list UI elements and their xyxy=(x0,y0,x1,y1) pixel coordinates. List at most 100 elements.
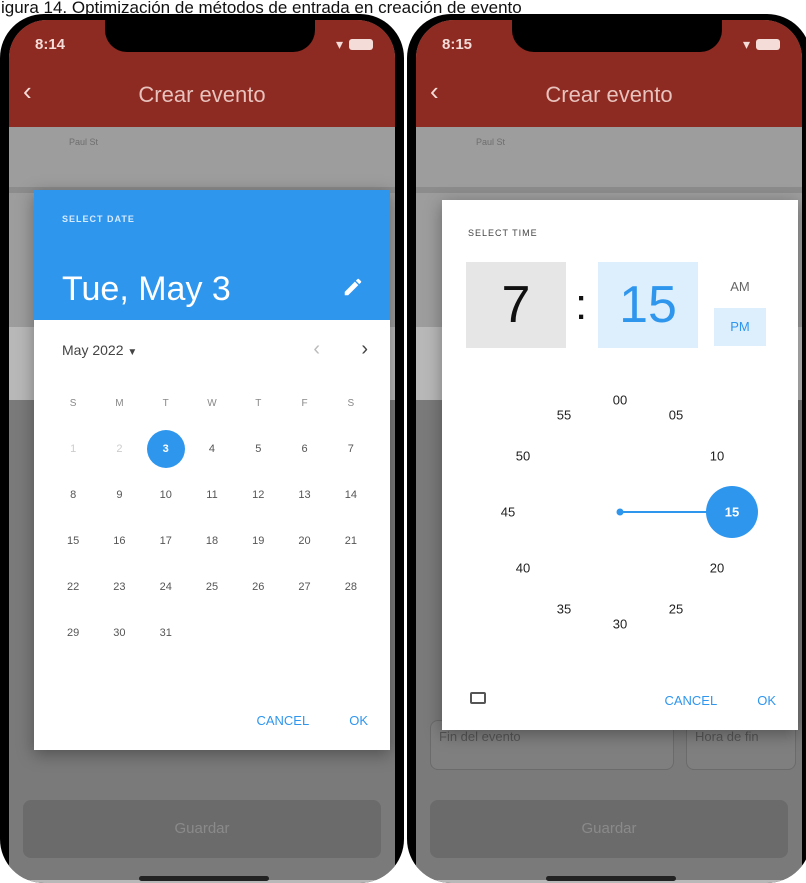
calendar-day[interactable]: 22 xyxy=(50,581,96,593)
pm-toggle[interactable]: PM xyxy=(714,308,766,346)
keyboard-icon[interactable] xyxy=(470,692,486,704)
calendar-grid: SMTWTFS 1 2 3 4 5 6 7 8 9 10 11 12 13 14 15 16 17 18 19 20 2… xyxy=(50,380,374,656)
calendar-weeks: 1 2 3 4 5 6 7 8 9 10 11 12 13 14 15 16 17 18 19 20 21 22 23 24 2… xyxy=(50,426,374,656)
weekday-label: M xyxy=(115,397,124,409)
home-indicator xyxy=(139,876,269,881)
screen: 8:15 ▾ ‹ Crear evento Paul St Fin del ev… xyxy=(416,20,802,883)
page-title: Crear evento xyxy=(138,82,266,107)
minute-display[interactable]: 15 xyxy=(598,262,698,348)
calendar-day[interactable]: 14 xyxy=(328,489,374,501)
selected-date: Tue, May 3 xyxy=(62,270,231,308)
cancel-button[interactable]: CANCEL xyxy=(664,693,717,708)
calendar-week-row: 1234567 xyxy=(50,426,374,472)
calendar-day[interactable]: 16 xyxy=(96,535,142,547)
weekday-label: S xyxy=(347,397,355,409)
clock-minute-05[interactable]: 05 xyxy=(669,408,683,423)
time-picker-dialog: SELECT TIME 7 : 15 AM PM 00 05 10 15 20 25 30 3… xyxy=(442,200,798,730)
street-label: Paul St xyxy=(69,137,99,147)
dialog-actions: CANCEL OK xyxy=(256,713,368,728)
calendar-day[interactable]: 9 xyxy=(96,489,142,501)
clock-minute-45[interactable]: 45 xyxy=(501,505,515,520)
calendar-day[interactable]: 28 xyxy=(328,581,374,593)
weekday-label: S xyxy=(69,397,77,409)
calendar-day[interactable]: 25 xyxy=(189,581,235,593)
app-bar: 8:15 ▾ ‹ Crear evento xyxy=(416,20,802,127)
screen: 8:14 ▾ ‹ Crear evento Paul St Guardar SE… xyxy=(9,20,395,883)
calendar-day[interactable]: 10 xyxy=(143,489,189,501)
phone-date-picker: 8:14 ▾ ‹ Crear evento Paul St Guardar SE… xyxy=(0,14,404,883)
calendar-day[interactable]: 11 xyxy=(189,489,235,501)
save-button[interactable]: Guardar xyxy=(430,800,788,858)
hour-display[interactable]: 7 xyxy=(466,262,566,348)
weekday-header-row: SMTWTFS xyxy=(50,380,374,426)
calendar-day-selected[interactable]: 3 xyxy=(143,430,189,468)
status-icons: ▾ xyxy=(336,36,373,53)
calendar-day[interactable]: 6 xyxy=(281,443,327,455)
calendar-day[interactable]: 24 xyxy=(143,581,189,593)
calendar-day[interactable]: 5 xyxy=(235,443,281,455)
notch xyxy=(105,20,315,52)
status-icons: ▾ xyxy=(743,36,780,53)
edit-pencil-icon[interactable] xyxy=(342,276,364,298)
calendar-day[interactable]: 29 xyxy=(50,627,96,639)
calendar-day[interactable]: 30 xyxy=(96,627,142,639)
clock-minute-35[interactable]: 35 xyxy=(557,601,571,616)
calendar-day[interactable]: 31 xyxy=(143,627,189,639)
clock-minute-20[interactable]: 20 xyxy=(710,561,724,576)
date-picker-dialog: SELECT DATE Tue, May 3 May 2022 ▼ ‹ › S M… xyxy=(34,190,390,750)
notch xyxy=(512,20,722,52)
ok-button[interactable]: OK xyxy=(757,693,776,708)
save-button[interactable]: Guardar xyxy=(23,800,381,858)
calendar-day[interactable]: 4 xyxy=(189,443,235,455)
battery-icon xyxy=(756,39,780,50)
weekday-label: T xyxy=(162,397,169,409)
phone-time-picker: 8:15 ▾ ‹ Crear evento Paul St Fin del ev… xyxy=(407,14,806,883)
am-toggle[interactable]: AM xyxy=(714,270,766,304)
calendar-week-row: 15 16 17 18 19 20 21 xyxy=(50,518,374,564)
next-month-icon[interactable]: › xyxy=(361,338,368,361)
date-header: SELECT DATE Tue, May 3 xyxy=(34,190,390,320)
calendar-day[interactable]: 18 xyxy=(189,535,235,547)
clock-minute-40[interactable]: 40 xyxy=(516,561,530,576)
clock-minute-25[interactable]: 25 xyxy=(669,601,683,616)
clock-dial[interactable]: 00 05 10 15 20 25 30 35 40 45 50 55 xyxy=(470,382,770,642)
status-time: 8:15 xyxy=(442,36,473,53)
road xyxy=(416,187,802,193)
previous-month-icon[interactable]: ‹ xyxy=(313,338,320,361)
select-date-label: SELECT DATE xyxy=(62,214,135,224)
clock-minute-30[interactable]: 30 xyxy=(613,617,627,632)
calendar-day[interactable]: 21 xyxy=(328,535,374,547)
clock-minute-50[interactable]: 50 xyxy=(516,449,530,464)
calendar-day[interactable]: 26 xyxy=(235,581,281,593)
clock-minute-00[interactable]: 00 xyxy=(613,393,627,408)
calendar-day[interactable]: 7 xyxy=(328,443,374,455)
calendar-day[interactable]: 12 xyxy=(235,489,281,501)
calendar-day[interactable]: 15 xyxy=(50,535,96,547)
calendar-day[interactable]: 19 xyxy=(235,535,281,547)
calendar-day[interactable]: 13 xyxy=(281,489,327,501)
battery-icon xyxy=(349,39,373,50)
calendar-day[interactable]: 23 xyxy=(96,581,142,593)
calendar-day[interactable]: 1 xyxy=(50,443,96,455)
status-time: 8:14 xyxy=(35,36,66,53)
calendar-day[interactable]: 2 xyxy=(96,443,142,455)
wifi-icon: ▾ xyxy=(742,36,750,52)
ok-button[interactable]: OK xyxy=(349,713,368,728)
month-selector[interactable]: May 2022 ▼ xyxy=(62,342,137,358)
app-bar: 8:14 ▾ ‹ Crear evento xyxy=(9,20,395,127)
calendar-week-row: 22 23 24 25 26 27 28 xyxy=(50,564,374,610)
calendar-week-row: 29 30 31 xyxy=(50,610,374,656)
page-title: Crear evento xyxy=(545,82,673,107)
calendar-day[interactable]: 17 xyxy=(143,535,189,547)
street-label: Paul St xyxy=(476,137,506,147)
dialog-actions: CANCEL OK xyxy=(664,693,776,708)
clock-minute-10[interactable]: 10 xyxy=(710,449,724,464)
clock-minute-55[interactable]: 55 xyxy=(557,408,571,423)
clock-minute-15[interactable]: 15 xyxy=(725,505,739,520)
calendar-day[interactable]: 20 xyxy=(281,535,327,547)
calendar-day[interactable]: 8 xyxy=(50,489,96,501)
calendar-day[interactable]: 27 xyxy=(281,581,327,593)
select-time-label: SELECT TIME xyxy=(468,228,538,238)
cancel-button[interactable]: CANCEL xyxy=(256,713,309,728)
weekday-label: F xyxy=(301,397,308,409)
